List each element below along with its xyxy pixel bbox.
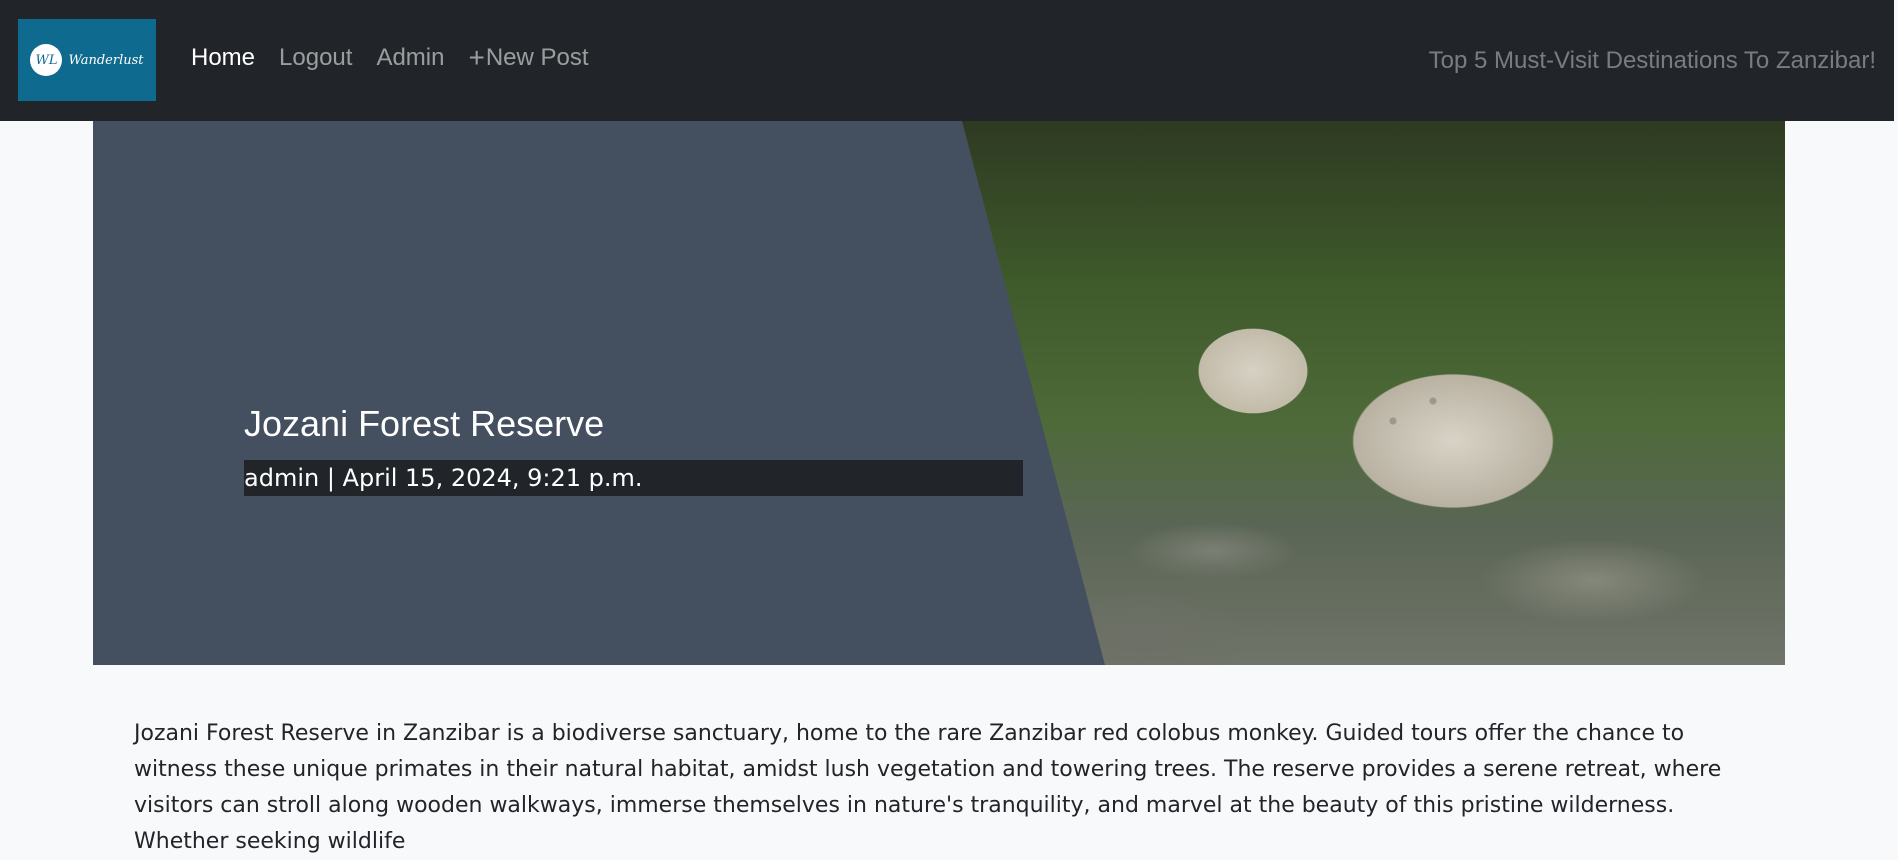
- nav-logout-link[interactable]: Logout: [279, 44, 352, 72]
- post-body-text: Jozani Forest Reserve in Zanzibar is a b…: [134, 721, 1722, 854]
- hero-image: [962, 121, 1785, 665]
- hero-image-texture: [962, 121, 1785, 665]
- nav-links: Home Logout Admin + New Post: [191, 44, 613, 72]
- site-logo[interactable]: WL Wanderlust: [18, 19, 156, 101]
- nav-admin-link[interactable]: Admin: [376, 44, 444, 72]
- post-body: Jozani Forest Reserve in Zanzibar is a b…: [134, 716, 1754, 860]
- logo-text: Wanderlust: [68, 52, 144, 68]
- hero-banner: Jozani Forest Reserve admin | April 15, …: [93, 121, 1785, 665]
- post-meta: admin | April 15, 2024, 9:21 p.m.: [244, 460, 1023, 496]
- navbar: WL Wanderlust Home Logout Admin + New Po…: [0, 0, 1894, 121]
- post-title: Jozani Forest Reserve: [244, 403, 605, 444]
- featured-post-link[interactable]: Top 5 Must-Visit Destinations To Zanziba…: [1429, 47, 1876, 75]
- logo-mark: WL: [30, 44, 63, 76]
- nav-home-link[interactable]: Home: [191, 44, 255, 72]
- new-post-label: New Post: [485, 44, 589, 71]
- nav-new-post-link[interactable]: + New Post: [468, 44, 588, 72]
- plus-icon: +: [468, 42, 485, 73]
